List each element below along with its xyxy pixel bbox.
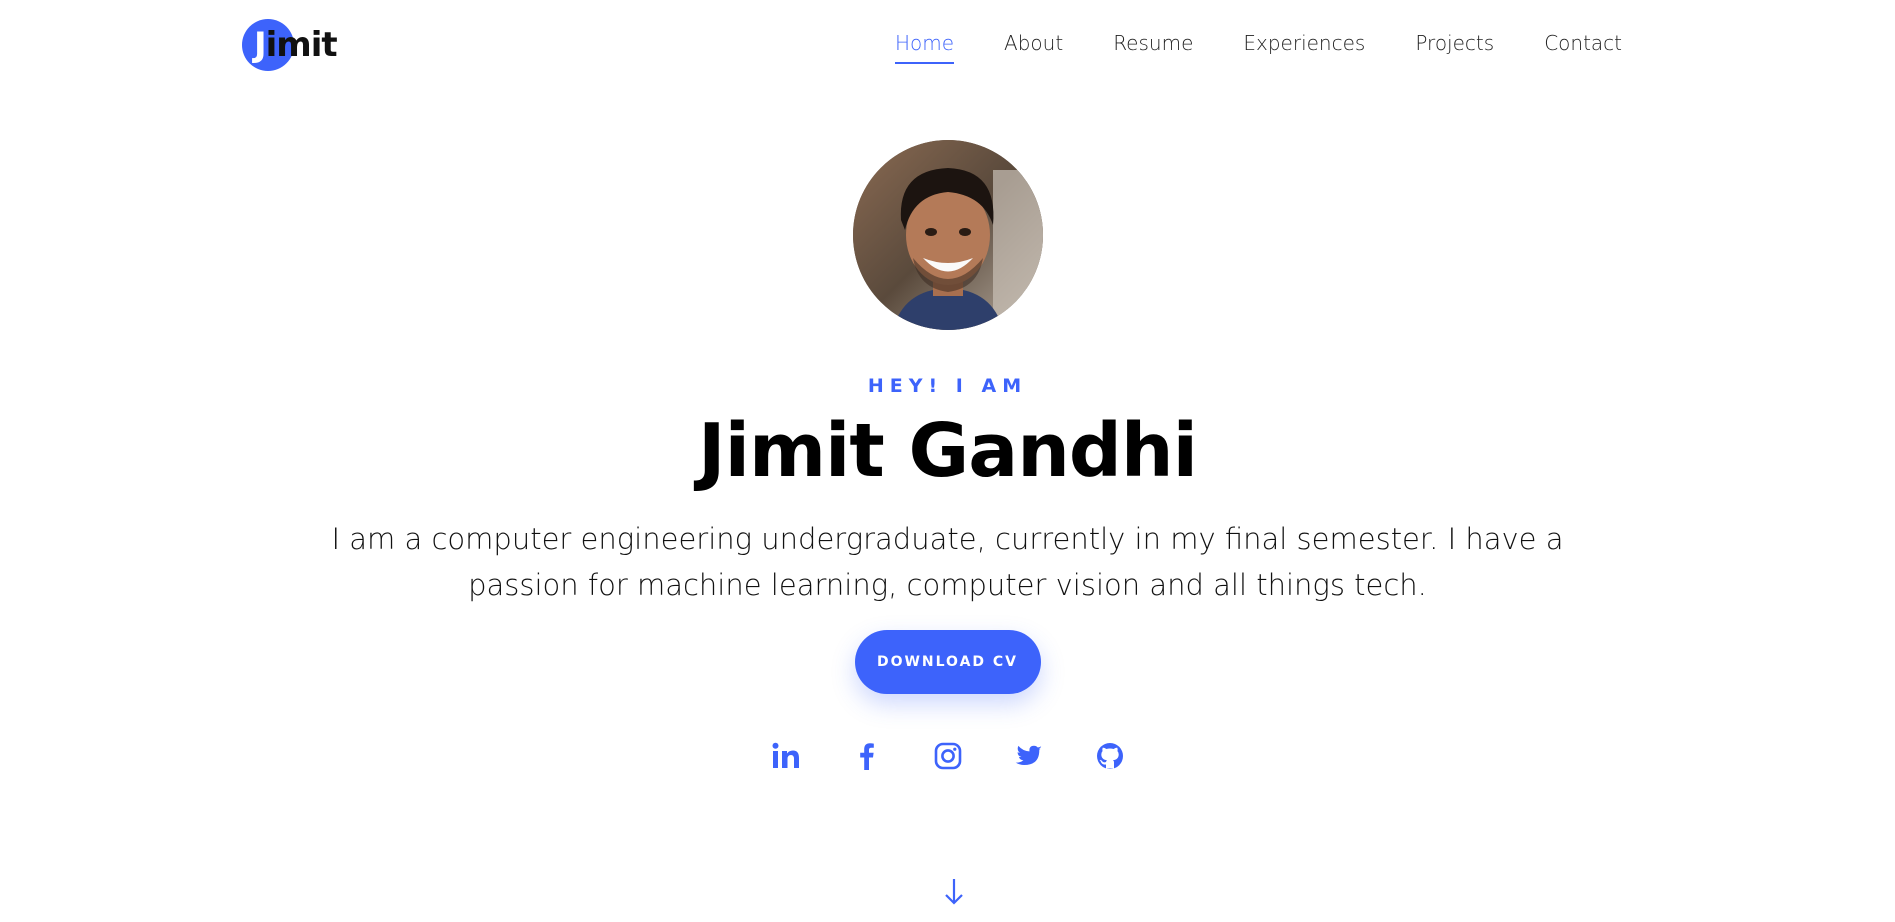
main-nav: Home About Resume Experiences Projects C… [894, 30, 1622, 64]
nav-item-experiences[interactable]: Experiences [1243, 30, 1365, 64]
instagram-icon[interactable] [932, 740, 964, 772]
nav-item-resume[interactable]: Resume [1113, 30, 1193, 64]
hero-section: HEY! I AM Jimit Gandhi I am a computer e… [0, 140, 1895, 772]
facebook-icon[interactable] [851, 740, 883, 772]
github-icon[interactable] [1094, 740, 1126, 772]
site-header: Jimit Home About Resume Experiences Proj… [0, 0, 1895, 90]
nav-item-home[interactable]: Home [894, 30, 955, 64]
nav-item-contact[interactable]: Contact [1544, 30, 1622, 64]
nav-item-about[interactable]: About [1004, 30, 1063, 64]
social-links [770, 740, 1126, 772]
hero-name: Jimit Gandhi [698, 408, 1198, 494]
arrow-down-icon[interactable] [942, 875, 966, 909]
twitter-icon[interactable] [1013, 740, 1045, 772]
nav-item-projects[interactable]: Projects [1415, 30, 1494, 64]
profile-photo [852, 140, 1043, 330]
logo-text: Jimit [254, 23, 338, 67]
hero-bio: I am a computer engineering undergraduat… [331, 522, 1564, 602]
logo-rest: imit [265, 25, 338, 65]
greeting-text: HEY! I AM [867, 375, 1028, 397]
linkedin-icon[interactable] [770, 740, 802, 772]
logo-initial: J [254, 25, 267, 65]
download-cv-button[interactable]: DOWNLOAD CV [854, 630, 1041, 694]
logo[interactable]: Jimit [242, 19, 352, 71]
profile-photo-illustration [852, 140, 1043, 330]
